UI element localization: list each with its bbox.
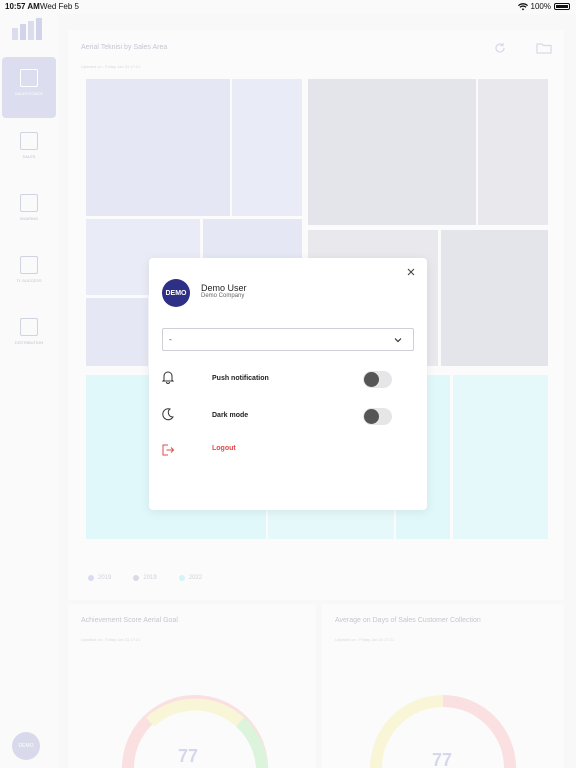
close-icon[interactable] [405, 266, 417, 278]
logout-button[interactable]: Logout [212, 445, 236, 452]
avatar: DEMO [162, 279, 190, 307]
select-value: - [169, 335, 172, 344]
wifi-icon [517, 2, 528, 10]
moon-icon [162, 408, 174, 421]
dark-mode-label: Dark mode [212, 412, 249, 419]
user-name: Demo User [201, 283, 247, 293]
toggle-knob [364, 409, 379, 424]
battery-icon [554, 3, 570, 10]
push-notification-label: Push notification [212, 375, 269, 382]
push-notification-toggle[interactable] [363, 371, 392, 388]
dark-mode-toggle[interactable] [363, 408, 392, 425]
company-name: Demo Company [201, 293, 245, 299]
bell-icon [161, 371, 175, 384]
status-time: 10:57 AM [5, 2, 40, 11]
status-right: 100% [517, 2, 570, 11]
logout-icon[interactable] [161, 443, 175, 457]
status-date: Wed Feb 5 [40, 2, 79, 11]
battery-percent: 100% [530, 2, 551, 11]
company-select[interactable]: - [162, 328, 414, 351]
toggle-knob [364, 372, 379, 387]
chevron-down-icon [394, 338, 402, 343]
status-bar: 10:57 AM Wed Feb 5 100% [0, 0, 576, 14]
profile-modal: DEMO Demo User Demo Company - Push notif… [149, 258, 427, 510]
